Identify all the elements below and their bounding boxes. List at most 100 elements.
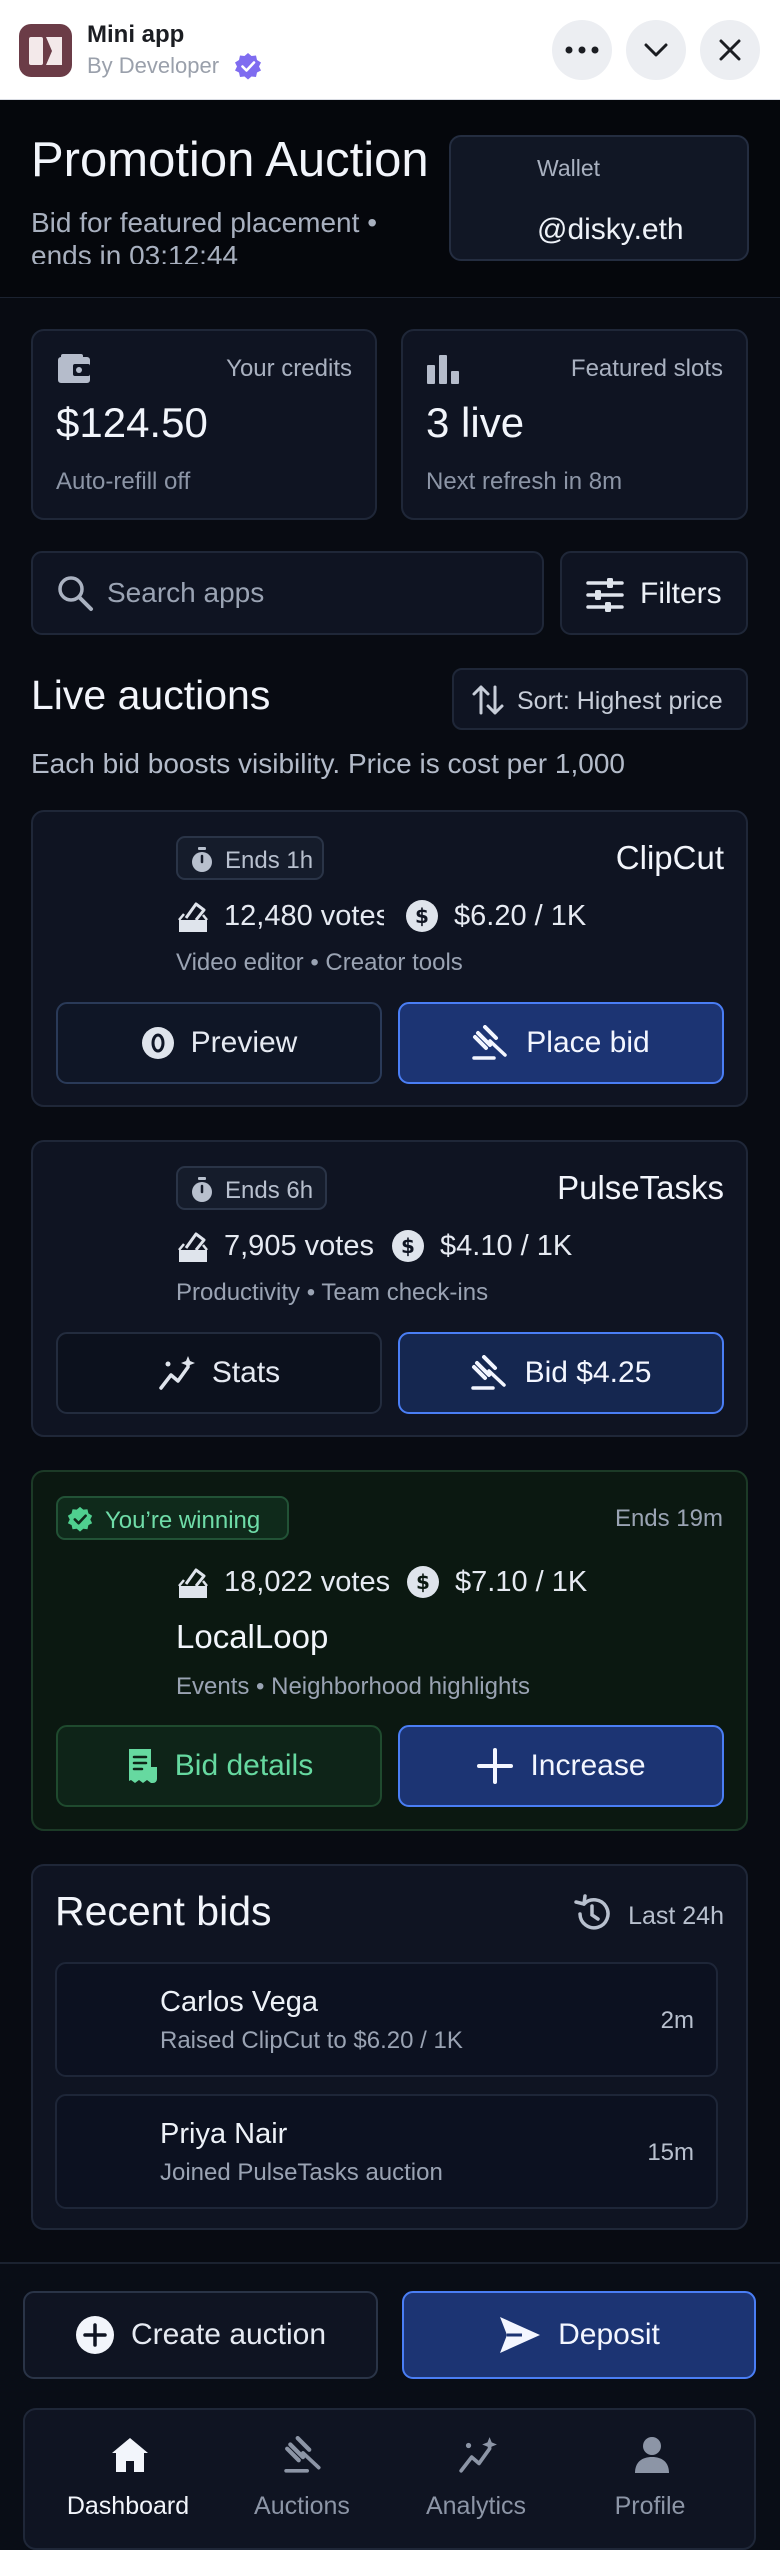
receipt-icon	[128, 1749, 157, 1783]
nav-item-auctions[interactable]: Auctions	[215, 2410, 389, 2550]
svg-text:$: $	[416, 1570, 430, 1594]
auction-app-name: ClipCut	[615, 839, 724, 876]
create-auction-button[interactable]: Create auction	[23, 2291, 378, 2379]
sort-arrows-icon	[472, 685, 504, 715]
deposit-button[interactable]: Deposit	[402, 2291, 756, 2379]
filters-label: Filters	[640, 577, 722, 610]
recent-bids-panel: Recent bids Last 24h Carlos Vega Raised …	[31, 1864, 748, 2230]
dollar-icon: $	[392, 1230, 424, 1262]
list-item[interactable]: Priya Nair Joined PulseTasks auction 15m	[55, 2094, 718, 2209]
auction-card-localloop: You’re winning Ends 19m 18,022 votes $ $…	[31, 1470, 748, 1831]
svg-text:$: $	[401, 1234, 415, 1258]
price-per-1k: $6.20 / 1K	[454, 900, 587, 932]
bid-details-label: Bid details	[174, 1749, 314, 1782]
winning-badge: You’re winning	[56, 1496, 289, 1540]
wallet-label: Wallet	[537, 155, 601, 181]
dollar-icon: $	[406, 900, 438, 932]
ends-badge: Ends 6h	[176, 1166, 327, 1210]
credits-card: Your credits $124.50 Auto-refill off	[31, 329, 377, 520]
ballot-box-icon	[178, 902, 208, 932]
svg-text:$: $	[415, 904, 429, 928]
nav-item-dashboard[interactable]: Dashboard	[41, 2410, 215, 2550]
credits-value: $124.50	[56, 399, 208, 446]
stats-label: Stats	[211, 1356, 281, 1389]
auction-category: Events • Neighborhood highlights	[176, 1673, 530, 1700]
live-auctions-description: Each bid boosts visibility. Price is cos…	[31, 748, 625, 779]
vote-count: 7,905 votes	[224, 1230, 374, 1262]
nav-item-analytics[interactable]: Analytics	[389, 2410, 563, 2550]
sort-button[interactable]: Sort: Highest price	[452, 668, 748, 730]
bid-time: 15m	[647, 2139, 694, 2166]
recent-bids-title: Recent bids	[55, 1888, 270, 1934]
ballot-box-icon	[178, 1568, 208, 1598]
bid-details-button[interactable]: Bid details	[56, 1725, 382, 1807]
featured-slots-value: 3 live	[426, 399, 525, 446]
auction-card-pulsetasks: Ends 6h PulseTasks 7,905 votes $ $4.10 /…	[31, 1140, 748, 1437]
verified-check-icon	[67, 1506, 93, 1532]
price-per-1k: $4.10 / 1K	[440, 1230, 573, 1262]
history-icon[interactable]	[572, 1894, 612, 1934]
bid-button[interactable]: Bid $4.25	[398, 1332, 724, 1414]
minimize-button[interactable]	[626, 20, 686, 80]
home-icon	[112, 2438, 148, 2472]
search-input[interactable]	[107, 571, 527, 615]
sort-label: Sort: Highest price	[517, 687, 723, 715]
place-bid-button[interactable]: Place bid	[398, 1002, 724, 1084]
ends-label: Ends 19m	[614, 1505, 723, 1532]
increase-bid-button[interactable]: Increase	[398, 1725, 724, 1807]
recent-bids-range[interactable]: Last 24h	[628, 1902, 724, 1931]
nav-label: Auctions	[254, 2492, 350, 2520]
sparkle-chart-icon	[459, 2437, 497, 2473]
ends-badge: Ends 1h	[176, 836, 324, 880]
app-name: Mini app	[87, 21, 185, 48]
auction-category: Productivity • Team check-ins	[176, 1279, 489, 1306]
ends-label: Ends 1h	[225, 847, 314, 874]
more-options-button[interactable]	[552, 20, 612, 80]
auction-category: Video editor • Creator tools	[176, 949, 463, 976]
deposit-label: Deposit	[558, 2318, 660, 2351]
bid-description: Joined PulseTasks auction	[160, 2159, 443, 2186]
bidder-name: Carlos Vega	[160, 1986, 318, 2018]
auction-card-clipcut: Ends 1h ClipCut 12,480 votes $ $6.20 / 1…	[31, 810, 748, 1107]
timer-icon	[192, 847, 212, 872]
vote-count: 18,022 votes	[224, 1566, 389, 1598]
stats-button[interactable]: Stats	[56, 1332, 382, 1414]
app-developer: By Developer	[87, 53, 220, 78]
wallet-card[interactable]: Wallet @disky.eth	[449, 135, 749, 261]
timer-icon	[192, 1177, 212, 1202]
dollar-icon: $	[407, 1566, 439, 1598]
ends-label: Ends 6h	[225, 1177, 314, 1204]
featured-slots-card: Featured slots 3 live Next refresh in 8m	[401, 329, 748, 520]
winning-label: You’re winning	[105, 1507, 261, 1534]
preview-label: Preview	[190, 1026, 298, 1059]
search-box	[31, 551, 544, 635]
bar-chart-icon	[426, 353, 460, 385]
create-auction-label: Create auction	[130, 2318, 327, 2351]
nav-item-profile[interactable]: Profile	[563, 2410, 737, 2550]
preview-button[interactable]: Preview	[56, 1002, 382, 1084]
preview-icon	[141, 1027, 174, 1059]
place-bid-label: Place bid	[526, 1026, 650, 1059]
gavel-icon	[470, 1355, 506, 1390]
bottom-navigation: Dashboard Auctions Analytics Profile	[23, 2408, 756, 2550]
send-icon	[500, 2317, 541, 2353]
bidder-name: Priya Nair	[160, 2118, 288, 2150]
close-button[interactable]	[700, 20, 760, 80]
bottom-bar: Create auction Deposit Dashboard Auction…	[0, 2262, 780, 2550]
wallet-address: @disky.eth	[537, 213, 684, 246]
mini-app-bar: Mini app By Developer	[0, 0, 780, 100]
list-item[interactable]: Carlos Vega Raised ClipCut to $6.20 / 1K…	[55, 1962, 718, 2077]
plus-icon	[477, 1748, 514, 1784]
gavel-icon	[472, 1025, 508, 1060]
ballot-box-icon	[178, 1232, 208, 1262]
bid-time: 2m	[660, 2007, 694, 2034]
gavel-icon	[284, 2436, 321, 2473]
nav-label: Profile	[614, 2492, 686, 2520]
nav-label: Dashboard	[66, 2492, 190, 2520]
auction-app-name: LocalLoop	[176, 1618, 329, 1655]
app-logo	[19, 24, 72, 77]
page-subtitle: Bid for featured placement • ends in 03:…	[31, 207, 377, 264]
filters-button[interactable]: Filters	[560, 551, 748, 635]
sliders-icon	[586, 578, 624, 612]
featured-slots-note: Next refresh in 8m	[426, 468, 623, 495]
